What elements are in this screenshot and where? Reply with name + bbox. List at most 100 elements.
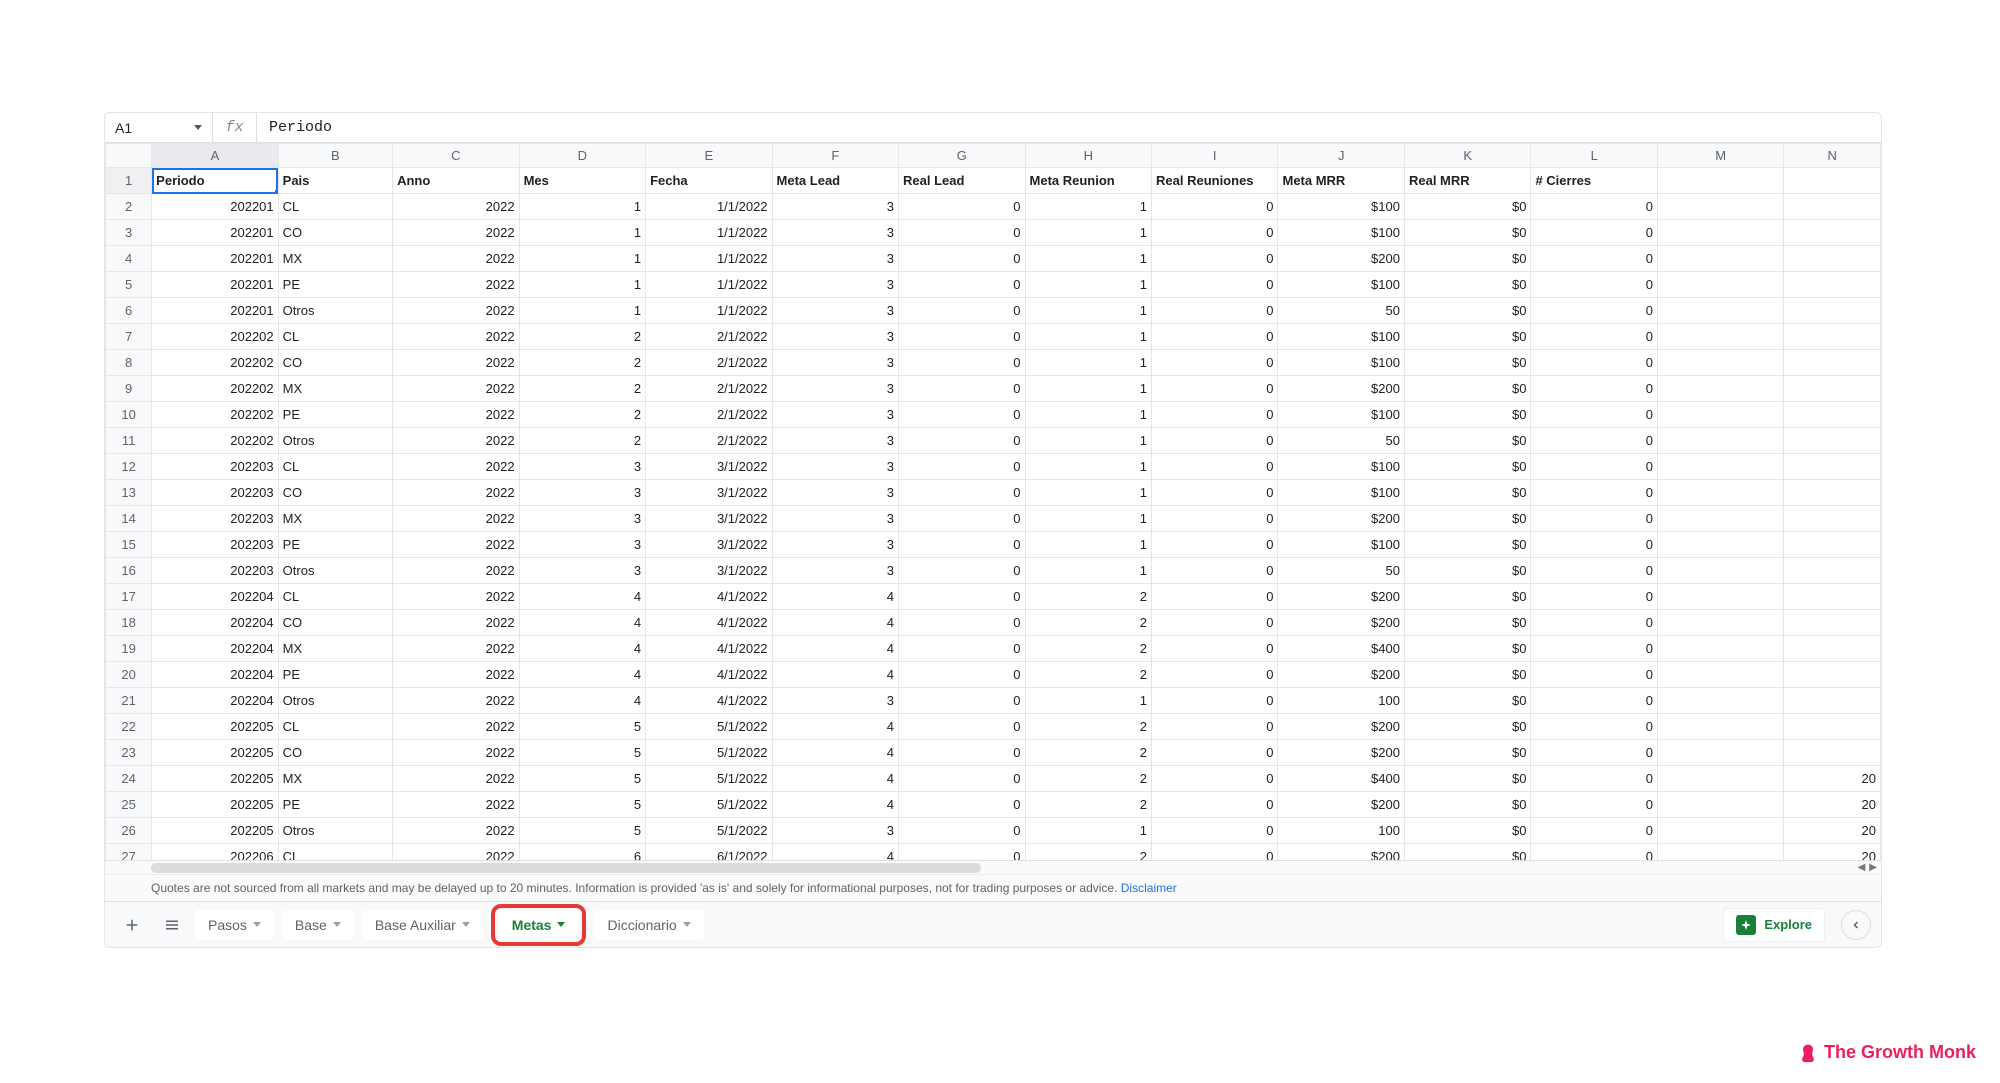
cell[interactable]: 3/1/2022 [646,532,772,558]
cell[interactable]: 2022 [393,246,519,272]
row-header[interactable]: 23 [106,740,152,766]
cell[interactable] [1657,168,1783,194]
cell[interactable]: PE [278,662,392,688]
row-header[interactable]: 9 [106,376,152,402]
cell[interactable]: 4 [772,610,898,636]
cell[interactable]: 0 [1531,532,1657,558]
cell[interactable]: 1 [1025,220,1151,246]
cell[interactable]: CL [278,324,392,350]
column-header[interactable]: N [1784,144,1881,168]
cell[interactable]: 3 [772,818,898,844]
cell[interactable]: 4 [519,584,645,610]
cell[interactable]: 2 [1025,636,1151,662]
cell[interactable]: 3 [772,324,898,350]
cell[interactable]: 202203 [152,532,278,558]
sheet-tab-pasos[interactable]: Pasos [195,910,274,940]
cell[interactable]: 0 [1152,584,1278,610]
cell[interactable]: 3 [519,480,645,506]
sheet-tab-diccionario[interactable]: Diccionario [594,910,703,940]
row-header[interactable]: 14 [106,506,152,532]
cell[interactable]: 0 [1152,402,1278,428]
cell[interactable]: 0 [1531,298,1657,324]
cell[interactable]: 0 [1152,766,1278,792]
cell[interactable]: 0 [1152,558,1278,584]
cell[interactable] [1657,766,1783,792]
sheet-tab-base-auxiliar[interactable]: Base Auxiliar [362,910,483,940]
cell[interactable]: 2 [1025,662,1151,688]
cell[interactable]: 202202 [152,428,278,454]
cell[interactable] [1657,350,1783,376]
cell[interactable]: 3 [772,454,898,480]
cell[interactable]: 5 [519,792,645,818]
cell[interactable]: 0 [1152,220,1278,246]
cell[interactable]: 0 [1531,350,1657,376]
cell[interactable]: 0 [899,688,1025,714]
cell[interactable]: 3 [519,506,645,532]
cell[interactable]: 5 [519,714,645,740]
cell[interactable]: 2/1/2022 [646,324,772,350]
cell[interactable]: 0 [899,662,1025,688]
cell[interactable]: 2022 [393,532,519,558]
cell[interactable]: 2022 [393,506,519,532]
cell[interactable]: 1 [519,246,645,272]
cell[interactable]: 0 [899,766,1025,792]
cell[interactable]: 202206 [152,844,278,861]
cell[interactable]: $0 [1404,298,1530,324]
cell[interactable]: PE [278,532,392,558]
cell[interactable] [1657,662,1783,688]
cell[interactable]: 5/1/2022 [646,714,772,740]
cell[interactable]: 0 [1531,610,1657,636]
cell[interactable]: Meta MRR [1278,168,1404,194]
cell[interactable]: 4 [519,662,645,688]
cell[interactable]: 0 [899,324,1025,350]
cell[interactable] [1784,194,1881,220]
cell[interactable]: 3 [772,506,898,532]
cell[interactable] [1784,506,1881,532]
cell[interactable]: Otros [278,298,392,324]
row-header[interactable]: 2 [106,194,152,220]
cell[interactable]: 2022 [393,766,519,792]
cell[interactable]: $100 [1278,194,1404,220]
cell[interactable]: 0 [1152,818,1278,844]
cell[interactable]: 0 [1531,844,1657,861]
column-header[interactable]: E [646,144,772,168]
cell[interactable] [1784,610,1881,636]
cell[interactable]: Real Lead [899,168,1025,194]
cell[interactable]: 0 [899,454,1025,480]
cell[interactable]: $200 [1278,584,1404,610]
row-header[interactable]: 25 [106,792,152,818]
cell[interactable]: 2 [519,402,645,428]
cell[interactable]: 4/1/2022 [646,584,772,610]
row-header[interactable]: 20 [106,662,152,688]
cell[interactable]: 0 [1152,194,1278,220]
cell[interactable]: 0 [1531,688,1657,714]
cell[interactable]: 2022 [393,662,519,688]
cell[interactable]: CO [278,350,392,376]
cell[interactable] [1784,662,1881,688]
cell[interactable] [1784,298,1881,324]
cell[interactable]: 2 [519,428,645,454]
cell[interactable]: 4/1/2022 [646,610,772,636]
cell[interactable]: Meta Reunion [1025,168,1151,194]
cell[interactable]: 0 [1152,350,1278,376]
cell[interactable]: MX [278,376,392,402]
cell[interactable] [1784,532,1881,558]
horizontal-scrollbar[interactable]: ◀ ▶ [105,860,1881,874]
cell[interactable]: 2/1/2022 [646,428,772,454]
cell[interactable]: 1 [1025,532,1151,558]
cell[interactable]: 0 [899,844,1025,861]
row-header[interactable]: 3 [106,220,152,246]
cell[interactable]: 0 [1152,792,1278,818]
cell[interactable]: 2022 [393,194,519,220]
cell[interactable] [1657,272,1783,298]
cell[interactable]: 0 [1152,272,1278,298]
cell[interactable]: 3 [519,532,645,558]
cell[interactable]: 5 [519,766,645,792]
cell[interactable]: $0 [1404,636,1530,662]
cell[interactable]: 4/1/2022 [646,688,772,714]
cell[interactable]: Periodo [152,168,278,194]
cell[interactable]: 1/1/2022 [646,194,772,220]
cell[interactable]: 3 [772,350,898,376]
column-header[interactable]: A [152,144,278,168]
cell[interactable]: 3 [772,532,898,558]
